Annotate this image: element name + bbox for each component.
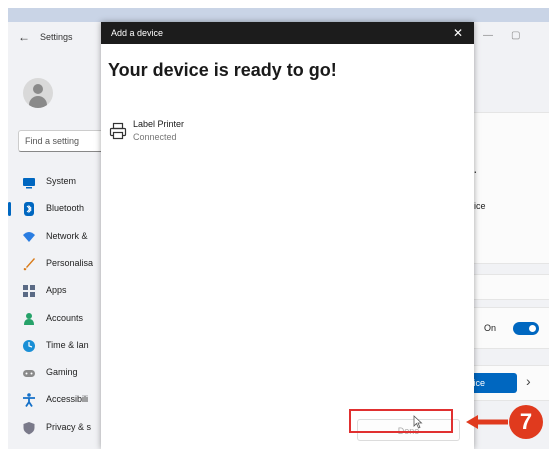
callout-arrow-icon — [466, 415, 508, 429]
sidebar-item-time-lan[interactable]: Time & lan — [8, 335, 98, 357]
sidebar-item-gaming[interactable]: Gaming — [8, 362, 98, 384]
gaming-icon — [23, 370, 35, 378]
apps-icon — [23, 285, 35, 298]
close-icon[interactable]: ✕ — [453, 26, 463, 40]
sidebar-item-label: Time & lan — [46, 339, 89, 350]
minimize-button[interactable]: — — [483, 30, 493, 41]
maximize-button[interactable]: ▢ — [511, 30, 520, 41]
sidebar-item-label: Personalisa — [46, 257, 94, 268]
sidebar-item-accessibili[interactable]: Accessibili — [8, 389, 98, 411]
sidebar-item-label: Apps — [46, 285, 67, 296]
dialog-titlebar: Add a device ✕ — [101, 22, 474, 44]
desktop: ← Settings — ▢ System Bluetooth Network & P… — [8, 8, 549, 449]
bluetooth-toggle[interactable] — [513, 322, 539, 335]
accessibility-icon — [23, 393, 35, 408]
chevron-right-icon[interactable]: › — [526, 373, 531, 389]
sidebar-item-bluetooth[interactable]: Bluetooth — [8, 198, 98, 220]
accounts-icon — [24, 312, 34, 325]
sidebar-item-label: Gaming — [46, 367, 78, 378]
device-name: Label Printer — [133, 119, 185, 129]
device-status: Connected — [133, 132, 177, 142]
sidebar-item-privacy-s[interactable]: Privacy & s — [8, 417, 98, 439]
shield-icon — [23, 421, 35, 435]
sidebar-item-label: Bluetooth — [46, 203, 85, 214]
sidebar-item-label: Network & — [46, 230, 88, 241]
done-button[interactable]: Done — [357, 419, 460, 441]
avatar[interactable] — [23, 78, 53, 108]
back-arrow-icon[interactable]: ← — [18, 30, 30, 44]
network-icon — [23, 231, 35, 242]
dialog-title: Add a device — [111, 28, 164, 38]
time-language-icon — [23, 339, 35, 352]
sidebar-item-apps[interactable]: Apps — [8, 280, 98, 302]
find-setting-search[interactable] — [18, 130, 108, 152]
toggle-label: On — [484, 323, 497, 333]
device-text-fragment: ice — [474, 201, 486, 211]
add-device-dialog: Add a device ✕ Your device is ready to g… — [101, 22, 474, 449]
settings-app-title: Settings — [40, 32, 73, 42]
sidebar-item-accounts[interactable]: Accounts — [8, 308, 98, 330]
printer-icon — [109, 122, 127, 140]
sidebar-item-label: System — [46, 176, 77, 186]
search-input[interactable] — [25, 136, 105, 146]
step-number-badge: 7 — [509, 405, 543, 439]
mouse-cursor-icon — [413, 415, 423, 429]
sidebar-item-label: Accessibili — [46, 394, 89, 405]
sidebar-item-windows-u[interactable]: Windows U — [8, 444, 98, 449]
brush-icon — [23, 257, 35, 271]
sidebar-item-label: Accounts — [46, 312, 84, 323]
sidebar-item-system[interactable]: System — [8, 171, 98, 193]
sidebar-item-network[interactable]: Network & — [8, 226, 98, 248]
dialog-heading: Your device is ready to go! — [108, 60, 337, 80]
sidebar-item-label: Privacy & s — [46, 421, 92, 432]
sidebar-item-personalisa[interactable]: Personalisa — [8, 253, 98, 275]
bluetooth-icon — [24, 202, 34, 217]
system-icon — [23, 178, 35, 189]
active-indicator — [8, 202, 11, 217]
